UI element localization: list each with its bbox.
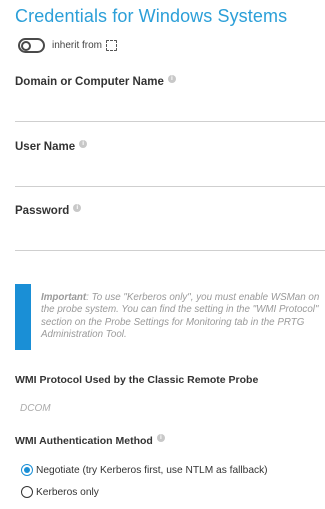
username-label-text: User Name [15,141,76,153]
toggle-knob [21,40,31,51]
wmi-auth-label: WMI Authentication Method i [15,434,165,447]
wmi-auth-label-text: WMI Authentication Method [15,435,153,447]
password-input[interactable] [15,227,325,251]
inherit-label: inherit from [52,40,103,51]
radio-button-checked[interactable] [21,464,33,476]
username-label: User Name i [15,140,88,153]
wmi-protocol-label-text: WMI Protocol Used by the Classic Remote … [15,374,259,386]
domain-input[interactable] [15,98,325,122]
wmi-protocol-value: DCOM [20,403,51,414]
radio-negotiate-label: Negotiate (try Kerberos first, use NTLM … [36,464,268,476]
info-icon[interactable]: i [156,434,165,442]
inherit-row: inherit from [18,38,118,53]
note-important-label: Important [41,292,87,303]
domain-label-text: Domain or Computer Name [15,76,164,88]
info-icon[interactable]: i [73,204,82,212]
radio-button[interactable] [21,486,33,498]
wmi-protocol-label: WMI Protocol Used by the Classic Remote … [15,374,258,386]
username-input[interactable] [15,163,325,187]
note-text: Important: To use "Kerberos only", you m… [31,284,325,350]
domain-label: Domain or Computer Name i [15,75,176,88]
info-icon[interactable]: i [167,75,176,83]
inherit-toggle[interactable] [18,38,45,53]
info-icon[interactable]: i [79,140,88,148]
radio-kerberos[interactable]: Kerberos only [21,486,99,498]
important-note: Important: To use "Kerberos only", you m… [15,284,325,350]
section-title: Credentials for Windows Systems [15,6,288,26]
radio-negotiate[interactable]: Negotiate (try Kerberos first, use NTLM … [21,464,268,476]
password-label: Password i [15,204,82,217]
note-accent-bar [15,284,31,350]
password-label-text: Password [15,205,70,217]
radio-kerberos-label: Kerberos only [36,486,99,498]
dashed-square-icon [106,40,118,51]
credentials-panel: Credentials for Windows Systems inherit … [0,0,325,509]
